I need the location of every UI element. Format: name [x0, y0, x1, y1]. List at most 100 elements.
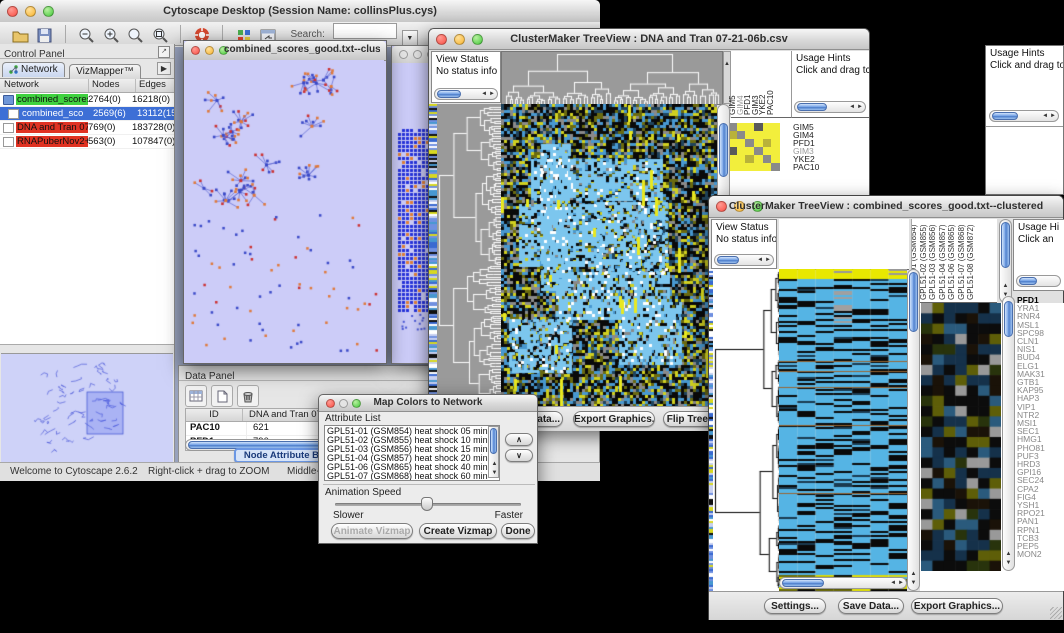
tv2-hints-hscrollbar[interactable] — [1016, 275, 1061, 287]
close-icon[interactable] — [399, 50, 408, 59]
move-attribute-down-button[interactable]: ∨ — [505, 449, 533, 462]
tv2-button-save-data-[interactable]: Save Data... — [838, 598, 904, 614]
matrix-cell[interactable] — [771, 163, 780, 171]
vscroll-thumb[interactable] — [1004, 301, 1013, 337]
tv1-column-dendrogram[interactable] — [501, 51, 723, 105]
matrix-cell[interactable] — [737, 139, 746, 147]
scroll-right-icon[interactable]: ► — [489, 90, 495, 98]
matrix-cell[interactable] — [754, 131, 763, 139]
vscroll-thumb[interactable] — [719, 123, 728, 177]
matrix-cell[interactable] — [745, 123, 754, 131]
delete-attribute-icon[interactable] — [237, 385, 259, 407]
scroll-down-icon[interactable]: ▼ — [489, 467, 500, 477]
tv1-global-pixel-strip[interactable] — [429, 104, 437, 406]
open-folder-icon[interactable] — [10, 26, 30, 46]
scroll-down-icon[interactable]: ▼ — [1003, 551, 1014, 569]
animate-vizmap-button[interactable]: Animate Vizmap — [331, 523, 413, 539]
network-table-row[interactable]: DNA and Tran 07769(0)183728(0) — [0, 121, 174, 135]
slider-thumb[interactable] — [421, 497, 433, 511]
matrix-cell[interactable] — [754, 123, 763, 131]
matrix-cell[interactable] — [737, 163, 746, 171]
new-attribute-icon[interactable] — [211, 385, 233, 407]
zoom-actual-icon[interactable] — [125, 25, 145, 45]
tv1-row-dendrogram[interactable] — [437, 104, 501, 406]
network-table-row[interactable]: RNAPuberNov2+563(0)107847(0) — [0, 135, 174, 149]
network-table-row[interactable]: combined_scores2764(0)16218(0) — [0, 93, 174, 107]
animation-speed-slider[interactable] — [335, 503, 521, 506]
matrix-cell[interactable] — [771, 147, 780, 155]
minimize-icon[interactable] — [413, 50, 422, 59]
scroll-left-icon[interactable]: ◄ — [757, 256, 763, 264]
tab-vizmapper[interactable]: VizMapper™ — [69, 64, 141, 79]
tv2-zoom-heatmap[interactable] — [921, 303, 1001, 571]
birdseye-panel[interactable] — [1, 353, 173, 462]
hscroll-thumb[interactable] — [717, 256, 739, 264]
tab-overflow-button[interactable]: ▶ — [157, 62, 171, 75]
network-window-titlebar[interactable]: combined_scores_good.txt--cluste... — [184, 41, 386, 61]
matrix-cell[interactable] — [754, 163, 763, 171]
matrix-cell[interactable] — [737, 131, 746, 139]
hscroll-thumb[interactable] — [437, 90, 461, 98]
scroll-right-icon[interactable]: ► — [898, 579, 904, 587]
matrix-cell[interactable] — [754, 155, 763, 163]
fragment-hscrollbar[interactable]: ◄ ► — [989, 110, 1059, 122]
search-input[interactable] — [333, 23, 397, 39]
matrix-cell[interactable] — [745, 139, 754, 147]
scroll-left-icon[interactable]: ◄ — [481, 90, 487, 98]
tv2-labels-vscrollbar[interactable]: ▲ ▼ — [999, 219, 1012, 303]
matrix-cell[interactable] — [763, 155, 772, 163]
network-table-row[interactable]: combined_sco2569(6)13112(15) — [0, 107, 174, 121]
tv1-button-export-graphics-[interactable]: Export Graphics... — [573, 411, 655, 427]
scroll-right-icon[interactable]: ► — [857, 103, 863, 111]
tv2-heat-hscrollbar[interactable]: ◄ ► — [779, 577, 907, 589]
vscroll-thumb[interactable] — [1001, 222, 1010, 268]
hscroll-thumb[interactable] — [797, 103, 827, 111]
scroll-left-icon[interactable]: ◄ — [1042, 112, 1048, 120]
scroll-right-icon[interactable]: ► — [765, 256, 771, 264]
matrix-cell[interactable] — [763, 131, 772, 139]
tv2-heat-vscrollbar[interactable]: ▲ ▼ — [907, 269, 920, 591]
vscroll-thumb[interactable] — [909, 272, 918, 332]
dialog-titlebar[interactable]: Map Colors to Network — [319, 395, 537, 412]
hscroll-thumb[interactable] — [992, 112, 1018, 120]
matrix-cell[interactable] — [754, 147, 763, 155]
tv2-heatmap[interactable] — [779, 269, 907, 591]
tv1-hints-hscrollbar[interactable]: ◄ ► — [794, 101, 866, 113]
create-vizmap-button[interactable]: Create Vizmap — [419, 523, 497, 539]
attribute-list-vscrollbar[interactable]: ▲ ▼ — [488, 426, 499, 478]
tv2-status-hscrollbar[interactable]: ◄ ► — [714, 254, 774, 266]
hscroll-thumb[interactable] — [782, 579, 824, 587]
similarity-matrix[interactable] — [728, 123, 780, 171]
tv1-titlebar[interactable]: ClusterMaker TreeView : DNA and Tran 07-… — [429, 29, 869, 50]
matrix-cell[interactable] — [771, 131, 780, 139]
vscroll-thumb[interactable] — [490, 428, 497, 454]
matrix-cell[interactable] — [745, 131, 754, 139]
matrix-cell[interactable] — [763, 123, 772, 131]
matrix-cell[interactable] — [745, 163, 754, 171]
float-panel-icon[interactable]: ↗ — [158, 46, 170, 58]
matrix-cell[interactable] — [737, 155, 746, 163]
tv2-button-settings-[interactable]: Settings... — [764, 598, 826, 614]
done-button[interactable]: Done — [501, 523, 535, 539]
zoom-in-icon[interactable] — [101, 25, 121, 45]
zoom-out-icon[interactable] — [76, 25, 96, 45]
matrix-cell[interactable] — [763, 139, 772, 147]
minimize-icon[interactable] — [205, 46, 214, 55]
matrix-cell[interactable] — [763, 163, 772, 171]
hscroll-thumb[interactable] — [1019, 277, 1037, 285]
matrix-cell[interactable] — [771, 123, 780, 131]
tv2-column-tree-area[interactable] — [779, 219, 909, 270]
scroll-left-icon[interactable]: ◄ — [890, 579, 896, 587]
zoom-region-icon[interactable] — [150, 25, 170, 45]
close-icon[interactable] — [191, 46, 200, 55]
matrix-cell[interactable] — [763, 147, 772, 155]
tv1-heatmap[interactable] — [501, 104, 717, 406]
matrix-cell[interactable] — [745, 155, 754, 163]
scroll-down-icon[interactable]: ▼ — [908, 571, 919, 589]
matrix-cell[interactable] — [745, 147, 754, 155]
network-canvas[interactable] — [184, 60, 384, 361]
resize-grip[interactable] — [1050, 607, 1062, 619]
network-overview-canvas[interactable] — [1, 354, 173, 462]
tv2-button-export-graphics-[interactable]: Export Graphics... — [911, 598, 1003, 614]
attribute-list-item[interactable]: GPL51-07 (GSM868) heat shock 60 min — [327, 472, 497, 481]
